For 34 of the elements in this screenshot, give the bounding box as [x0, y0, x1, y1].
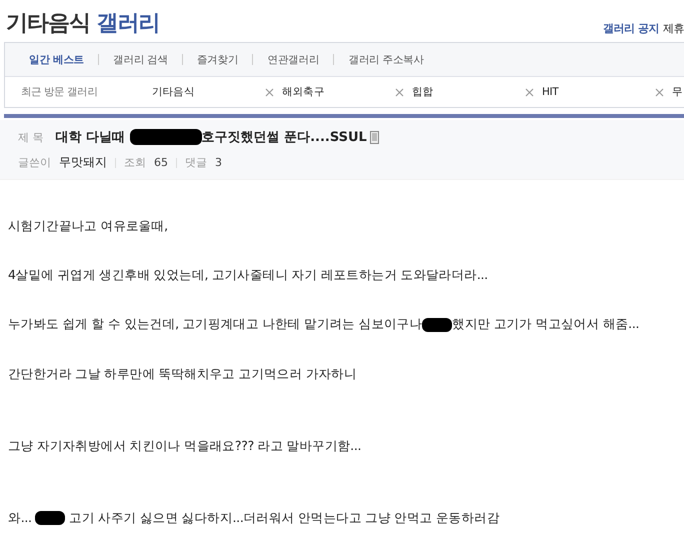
- recent-gallery-link[interactable]: 해외축구: [282, 85, 324, 99]
- subject-label: 제 목: [18, 130, 44, 144]
- recent-gallery-link[interactable]: HIT: [542, 86, 558, 98]
- nav-tab[interactable]: 연관갤러리: [267, 52, 320, 66]
- nav-tab[interactable]: 즐겨찾기: [196, 52, 238, 66]
- author-label: 글쓴이: [18, 155, 51, 170]
- close-icon[interactable]: [655, 88, 664, 96]
- comment-count: 3: [215, 156, 222, 169]
- body-paragraph: 누가봐도 쉽게 할 수 있는건데, 고기핑계대고 나한테 맡기려는 심보이구나 했지만 고기가 먹고싶어서 해줌...: [8, 316, 640, 332]
- views-label: 조회: [124, 155, 146, 170]
- close-icon[interactable]: [395, 88, 404, 96]
- body-paragraph: 그냥 자기자취방에서 치킨이나 먹을래요??? 라고 말바꾸기함...: [8, 438, 362, 453]
- recent-galleries-label: 최근 방문 갤러리: [21, 85, 98, 99]
- nav-tab[interactable]: 갤러리 검색: [113, 52, 168, 66]
- recent-gallery-link[interactable]: 힙합: [412, 85, 434, 99]
- nav-tab[interactable]: 갤러리 주소복사: [348, 52, 424, 66]
- body-paragraph: 간단한거라 그날 하루만에 뚝딱해치우고 고기먹으러 가자하니: [8, 366, 358, 381]
- body-paragraph: 4살밑에 귀엽게 생긴후배 있었는데, 고기사줄테니 자기 레포트하는거 도와달라더라...: [8, 267, 489, 282]
- redaction-mark: [422, 318, 452, 332]
- comments-label: 댓글: [185, 155, 207, 170]
- close-icon[interactable]: [265, 88, 274, 96]
- view-count: 65: [154, 156, 168, 169]
- top-link[interactable]: 제휴: [663, 21, 684, 36]
- close-icon[interactable]: [525, 88, 534, 96]
- body-paragraph: 시험기간끝나고 여유로울때,: [8, 218, 169, 233]
- recent-gallery-link[interactable]: 무: [672, 85, 683, 99]
- recent-gallery-link[interactable]: 기타음식: [152, 85, 194, 99]
- body-paragraph: 와... 고기 사주기 싫으면 싫다하지...더러워서 안먹는다고 그냥 안먹고 운동하러감: [8, 510, 501, 526]
- nav-tab[interactable]: 일간 베스트: [29, 52, 84, 66]
- top-link[interactable]: 갤러리 공지: [603, 21, 659, 36]
- author-name[interactable]: 무맛돼지: [59, 154, 107, 171]
- redaction-mark: [35, 511, 66, 526]
- gallery-title: 기타음식 갤러리: [6, 10, 160, 38]
- post-title: 대학 다닐때 호구짓했던썰 푼다....SSUL: [56, 128, 367, 146]
